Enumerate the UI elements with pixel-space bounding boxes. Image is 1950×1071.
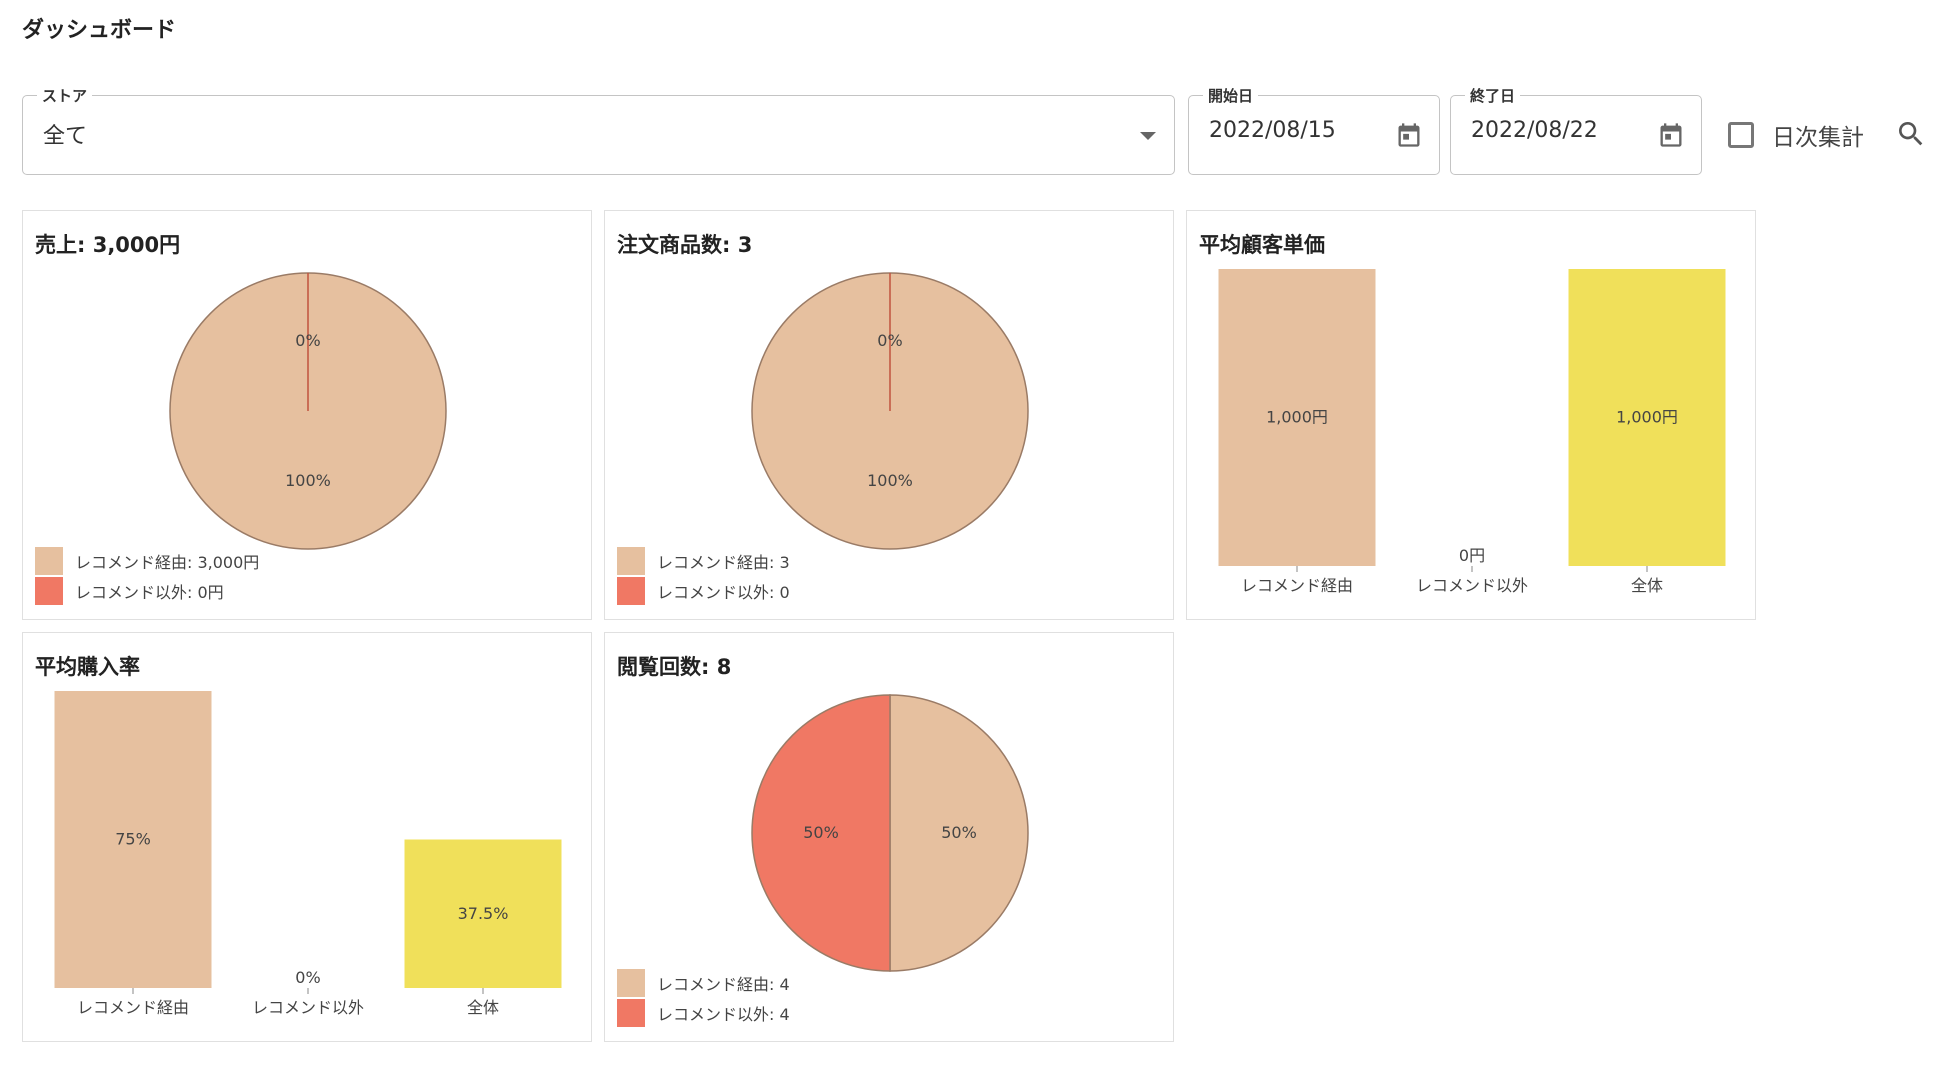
legend-label: レコメンド以外: 4 — [657, 1005, 790, 1024]
store-select-label: ストア — [37, 85, 93, 106]
pie-slice-label: 0% — [877, 331, 902, 350]
x-tick-label: レコメンド経由 — [1241, 576, 1353, 595]
legend-label: レコメンド以外: 0 — [657, 583, 790, 602]
legend-label: レコメンド経由: 3 — [657, 553, 790, 572]
calendar-icon[interactable] — [1657, 120, 1685, 150]
bar-value-label: 0% — [295, 968, 320, 987]
store-select[interactable]: ストア 全て — [22, 85, 1175, 175]
sales-card: 売上: 3,000円 100% 0% レコメンド経由: 3,000円 レコメンド以… — [22, 210, 592, 620]
bar-value-label: 37.5% — [458, 904, 509, 923]
avg-price-bar-chart: 1,000円レコメンド経由0円レコメンド以外1,000円全体 — [1218, 269, 1726, 595]
bar-value-label: 75% — [115, 830, 151, 849]
orders-legend: レコメンド経由: 3 レコメンド以外: 0 — [617, 546, 790, 606]
legend-swatch-recommend — [617, 969, 645, 997]
sales-legend: レコメンド経由: 3,000円 レコメンド以外: 0円 — [35, 546, 259, 606]
legend-item: レコメンド以外: 4 — [617, 998, 790, 1028]
avg-rate-card: 平均購入率 75% レコメンド経由 0% レコメンド以外 37.5% 全体 — [22, 632, 592, 1042]
start-date-value[interactable]: 2022/08/15 — [1209, 118, 1336, 143]
legend-swatch-other — [35, 577, 63, 605]
legend-label: レコメンド経由: 4 — [657, 975, 790, 994]
end-date-field[interactable]: 終了日 2022/08/22 — [1450, 85, 1702, 175]
x-tick-label: レコメンド以外 — [1416, 576, 1528, 595]
bar-value-label: 1,000円 — [1266, 408, 1328, 427]
calendar-icon[interactable] — [1395, 120, 1423, 150]
x-tick-label: 全体 — [467, 998, 499, 1017]
search-icon[interactable] — [1895, 118, 1927, 150]
legend-item: レコメンド以外: 0 — [617, 576, 790, 606]
store-select-value: 全て — [43, 124, 88, 149]
legend-label: レコメンド以外: 0円 — [75, 583, 224, 602]
chevron-down-icon[interactable] — [1140, 132, 1156, 140]
legend-swatch-recommend — [617, 547, 645, 575]
pie-slice-label: 100% — [285, 471, 331, 490]
daily-aggregation-toggle[interactable]: 日次集計 — [1728, 118, 1864, 152]
orders-card: 注文商品数: 3 100% 0% レコメンド経由: 3 レコメンド以外: 0 — [604, 210, 1174, 620]
start-date-field[interactable]: 開始日 2022/08/15 — [1188, 85, 1440, 175]
pie-slice-label: 0% — [295, 331, 320, 350]
pie-slice-label: 100% — [867, 471, 913, 490]
daily-aggregation-checkbox[interactable] — [1728, 122, 1754, 148]
pie-slice-label: 50% — [941, 823, 977, 842]
legend-item: レコメンド経由: 3,000円 — [35, 546, 259, 576]
views-legend: レコメンド経由: 4 レコメンド以外: 4 — [617, 968, 790, 1028]
bar-value-label: 1,000円 — [1616, 408, 1678, 427]
legend-label: レコメンド経由: 3,000円 — [75, 553, 260, 572]
start-date-label: 開始日 — [1203, 85, 1259, 106]
avg-rate-bar-chart: 75% レコメンド経由 0% レコメンド以外 37.5% 全体 — [54, 691, 562, 1017]
daily-aggregation-label: 日次集計 — [1772, 125, 1864, 151]
legend-item: レコメンド経由: 3 — [617, 546, 790, 576]
avg-price-card: 平均顧客単価 1,000円 レコメンド経由 0円 レコメンド以外 1,000円 全体 — [1186, 210, 1756, 620]
legend-swatch-other — [617, 577, 645, 605]
end-date-label: 終了日 — [1465, 85, 1521, 106]
legend-item: レコメンド以外: 0円 — [35, 576, 259, 606]
legend-swatch-other — [617, 999, 645, 1027]
page-title: ダッシュボード — [22, 18, 177, 43]
legend-item: レコメンド経由: 4 — [617, 968, 790, 998]
legend-swatch-recommend — [35, 547, 63, 575]
pie-slice-label: 50% — [803, 823, 839, 842]
end-date-value[interactable]: 2022/08/22 — [1471, 118, 1598, 143]
x-tick-label: レコメンド以外 — [252, 998, 364, 1017]
x-tick-label: レコメンド経由 — [77, 998, 189, 1017]
bar-value-label: 0円 — [1459, 546, 1485, 565]
x-tick-label: 全体 — [1631, 576, 1663, 595]
views-card: 閲覧回数: 8 50% 50% レコメンド経由: 4 レコメンド以外: 4 — [604, 632, 1174, 1042]
